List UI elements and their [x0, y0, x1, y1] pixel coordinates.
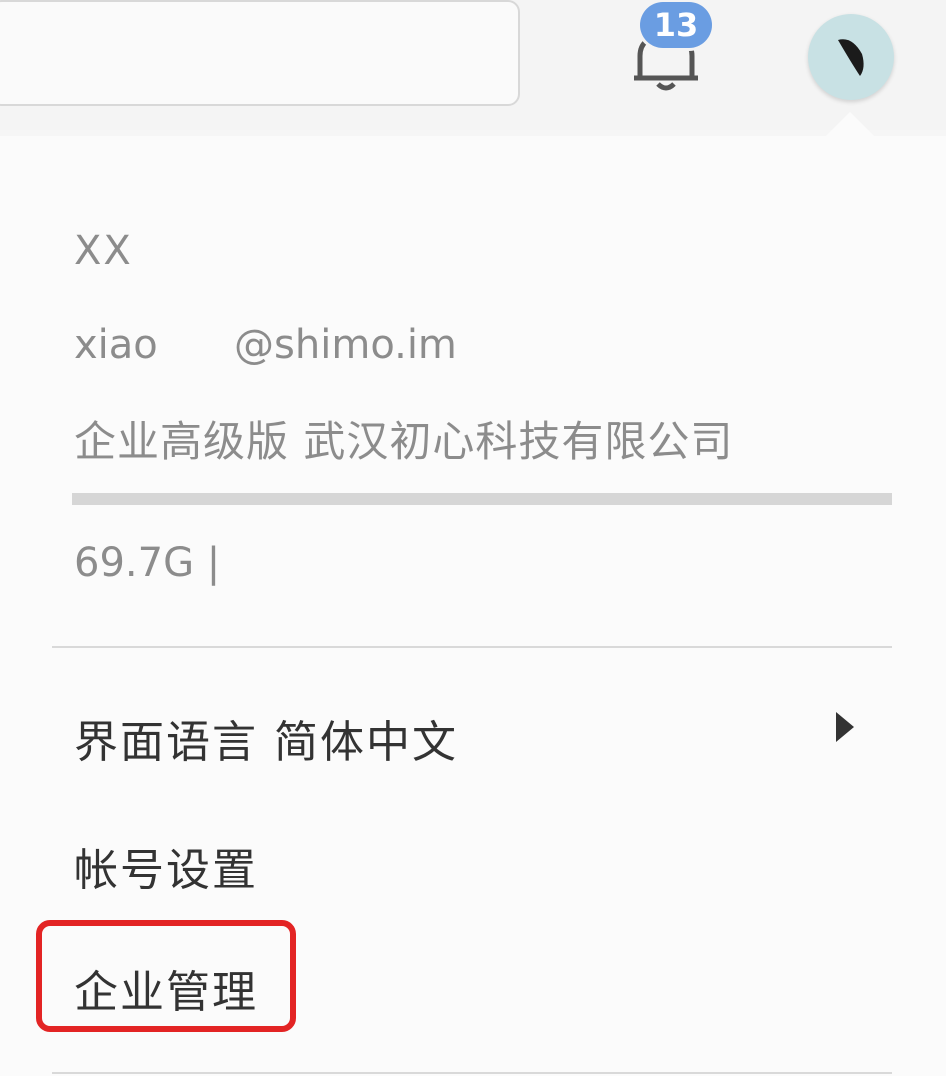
user-name: XX: [74, 228, 133, 274]
storage-progress-bar: [72, 493, 892, 505]
chevron-right-icon[interactable]: [836, 712, 854, 742]
menu-item-account-settings-label: 帐号设置: [74, 845, 258, 896]
divider: [52, 646, 892, 648]
dropdown-caret: [824, 112, 876, 138]
storage-progress-fill: [72, 493, 892, 505]
menu-item-language-label: 界面语言 简体中文: [74, 717, 458, 768]
organization-info: 企业高级版 武汉初心科技有限公司: [74, 417, 734, 466]
search-input[interactable]: [0, 0, 520, 106]
menu-item-language[interactable]: 界面语言 简体中文: [74, 706, 458, 770]
avatar-icon[interactable]: [808, 14, 894, 100]
menu-item-account-settings[interactable]: 帐号设置: [74, 834, 258, 898]
user-email: xiao @shimo.im: [74, 322, 457, 368]
highlight-box: [36, 920, 296, 1032]
storage-usage-text: 69.7G |: [74, 540, 221, 586]
divider-bottom: [52, 1072, 892, 1074]
notification-badge[interactable]: 13: [640, 2, 712, 48]
